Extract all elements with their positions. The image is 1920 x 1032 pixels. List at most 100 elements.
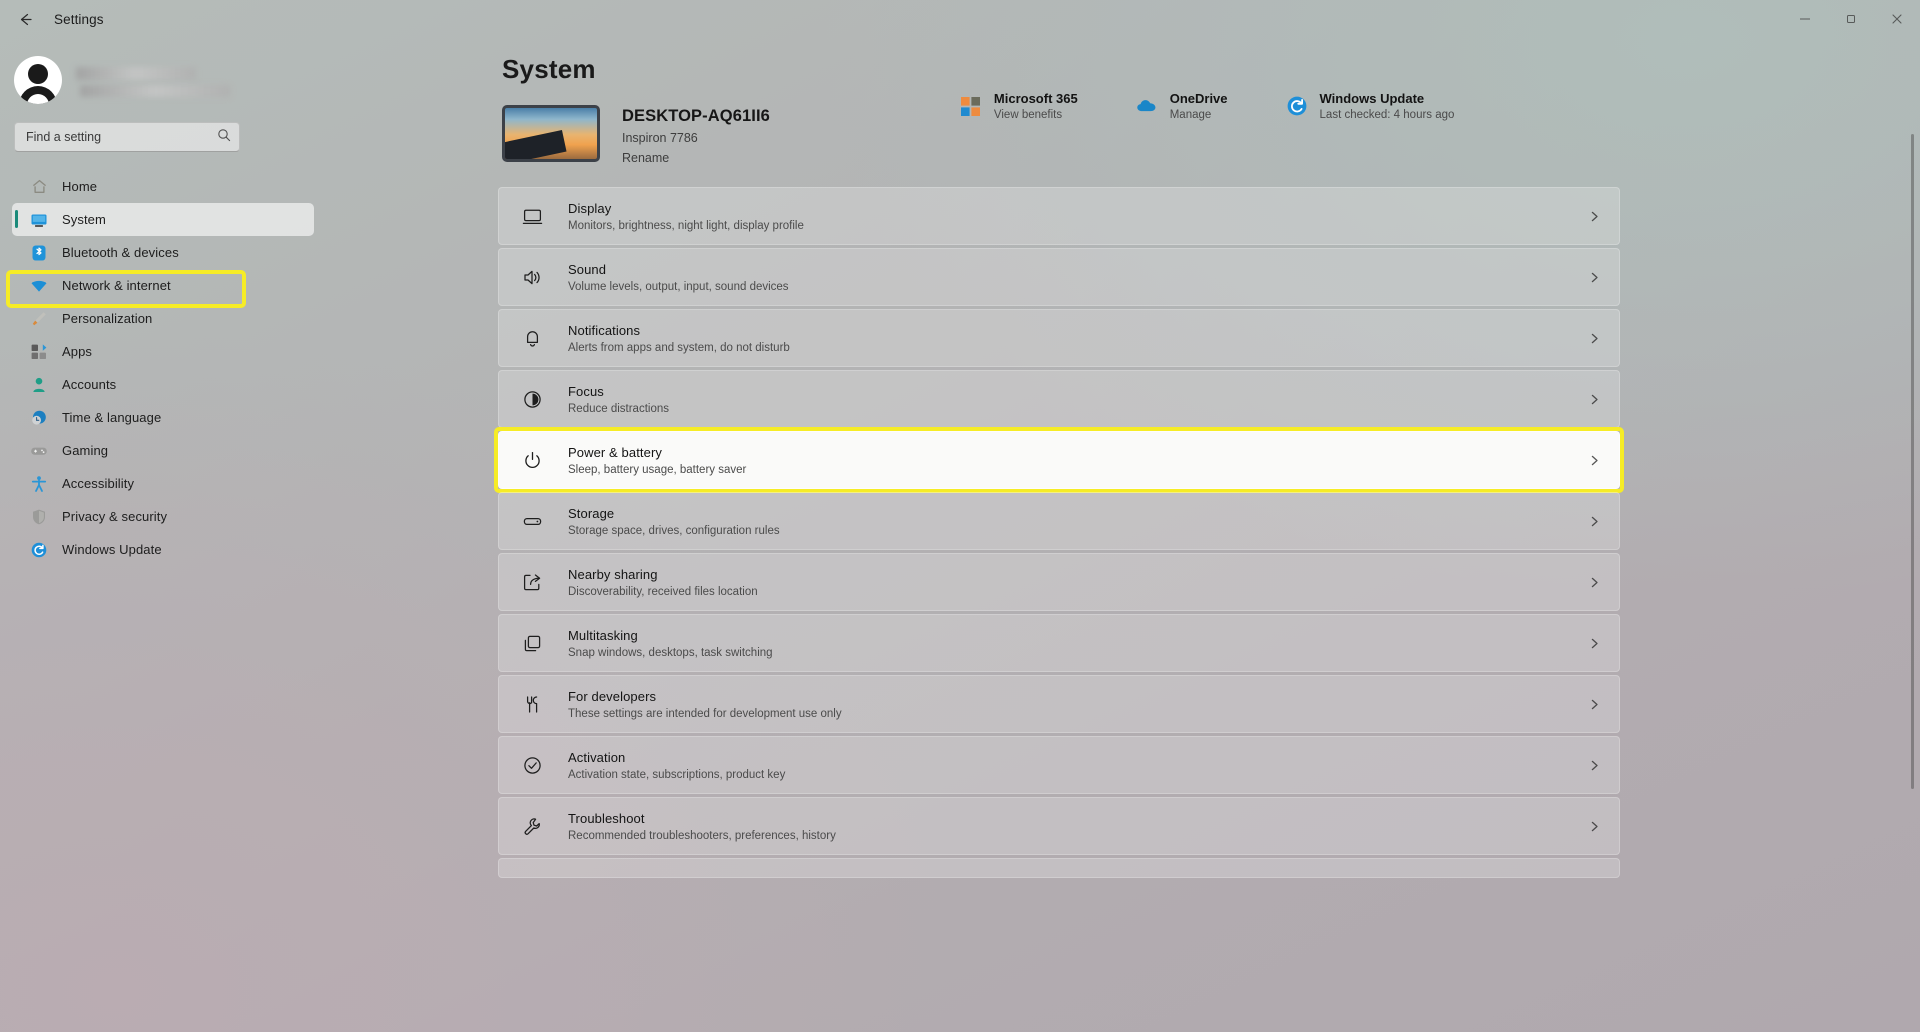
sidebar-item-network-internet[interactable]: Network & internet xyxy=(12,269,314,302)
settings-row-power-battery[interactable]: Power & battery Sleep, battery usage, ba… xyxy=(498,431,1620,489)
settings-row-display[interactable]: Display Monitors, brightness, night ligh… xyxy=(498,187,1620,245)
sidebar-item-label: Home xyxy=(62,179,98,194)
power-icon xyxy=(521,449,543,471)
shield-icon xyxy=(30,508,48,526)
settings-row-partial[interactable] xyxy=(498,858,1620,878)
quick-link-title: Windows Update xyxy=(1319,91,1425,106)
close-icon xyxy=(1891,13,1903,25)
sidebar: Find a setting Home System Bluetooth & d… xyxy=(0,38,320,1032)
sidebar-item-accounts[interactable]: Accounts xyxy=(12,368,314,401)
home-icon xyxy=(30,178,48,196)
gamepad-icon xyxy=(30,442,48,460)
sidebar-item-label: Accessibility xyxy=(62,476,135,491)
sidebar-item-apps[interactable]: Apps xyxy=(12,335,314,368)
clock-globe-icon xyxy=(30,409,48,427)
wifi-icon xyxy=(30,277,48,295)
settings-row-focus[interactable]: Focus Reduce distractions xyxy=(498,370,1620,428)
sidebar-item-gaming[interactable]: Gaming xyxy=(12,434,314,467)
settings-row-subtitle: These settings are intended for developm… xyxy=(568,707,842,720)
vertical-scrollbar[interactable] xyxy=(1911,134,1914,789)
settings-row-title: Activation xyxy=(568,749,626,765)
sidebar-item-label: System xyxy=(62,212,106,227)
settings-row-subtitle: Snap windows, desktops, task switching xyxy=(568,646,773,659)
search-input[interactable]: Find a setting xyxy=(14,122,240,152)
settings-row-title: For developers xyxy=(568,688,657,704)
settings-row-activation[interactable]: Activation Activation state, subscriptio… xyxy=(498,736,1620,794)
settings-row-subtitle: Reduce distractions xyxy=(568,402,669,415)
maximize-icon xyxy=(1845,13,1857,25)
display-monitor-icon xyxy=(521,205,543,227)
default-user-avatar-icon xyxy=(14,56,62,104)
sidebar-item-windows-update[interactable]: Windows Update xyxy=(12,533,314,566)
sidebar-item-label: Windows Update xyxy=(62,542,162,557)
device-info: DESKTOP-AQ61II6 Inspiron 7786 Rename xyxy=(622,105,770,165)
back-button[interactable] xyxy=(8,4,42,34)
maximize-button[interactable] xyxy=(1828,0,1874,38)
settings-row-title: Notifications xyxy=(568,322,641,338)
sidebar-nav: Home System Bluetooth & devices Network … xyxy=(0,170,320,566)
back-arrow-icon xyxy=(17,11,34,28)
settings-row-subtitle: Monitors, brightness, night light, displ… xyxy=(568,219,804,232)
quick-link-onedrive[interactable]: OneDrive Manage xyxy=(1136,91,1228,121)
settings-row-troubleshoot[interactable]: Troubleshoot Recommended troubleshooters… xyxy=(498,797,1620,855)
apps-grid-icon xyxy=(30,343,48,361)
window-title: Settings xyxy=(54,11,104,27)
close-button[interactable] xyxy=(1874,0,1920,38)
chevron-right-icon xyxy=(1588,820,1601,833)
sidebar-item-home[interactable]: Home xyxy=(12,170,314,203)
settings-row-for-developers[interactable]: For developers These settings are intend… xyxy=(498,675,1620,733)
account-block[interactable] xyxy=(0,44,320,114)
settings-row-sound[interactable]: Sound Volume levels, output, input, soun… xyxy=(498,248,1620,306)
sidebar-item-privacy-security[interactable]: Privacy & security xyxy=(12,500,314,533)
update-refresh-icon xyxy=(1286,95,1308,117)
minimize-button[interactable] xyxy=(1782,0,1828,38)
settings-row-title: Multitasking xyxy=(568,627,638,643)
settings-row-notifications[interactable]: Notifications Alerts from apps and syste… xyxy=(498,309,1620,367)
settings-row-storage[interactable]: Storage Storage space, drives, configura… xyxy=(498,492,1620,550)
settings-row-nearby-sharing[interactable]: Nearby sharing Discoverability, received… xyxy=(498,553,1620,611)
settings-row-title: Focus xyxy=(568,383,604,399)
sidebar-item-accessibility[interactable]: Accessibility xyxy=(12,467,314,500)
wrench-icon xyxy=(521,815,543,837)
chevron-right-icon xyxy=(1588,698,1601,711)
speaker-icon xyxy=(521,266,543,288)
laptop-thumbnail-icon xyxy=(502,105,600,162)
sidebar-item-personalization[interactable]: Personalization xyxy=(12,302,314,335)
page-title: System xyxy=(502,54,596,84)
chevron-right-icon xyxy=(1588,759,1601,772)
nearby-share-icon xyxy=(521,571,543,593)
paintbrush-icon xyxy=(30,310,48,328)
account-email-redacted xyxy=(80,85,230,97)
quick-link-title: Microsoft 365 xyxy=(993,91,1078,106)
storage-drive-icon xyxy=(521,510,543,532)
bell-icon xyxy=(521,327,543,349)
settings-row-subtitle: Activation state, subscriptions, product… xyxy=(568,768,786,781)
settings-row-title: Troubleshoot xyxy=(568,810,645,826)
sidebar-item-label: Bluetooth & devices xyxy=(62,245,179,260)
onedrive-cloud-icon xyxy=(1136,95,1158,117)
sidebar-item-label: Network & internet xyxy=(62,278,171,293)
device-model: Inspiron 7786 xyxy=(622,131,698,145)
main-content: System DESKTOP-AQ61II6 Inspiron 7786 Ren… xyxy=(320,38,1920,1032)
settings-row-subtitle: Recommended troubleshooters, preferences… xyxy=(568,829,836,842)
quick-link-microsoft-365[interactable]: Microsoft 365 View benefits xyxy=(960,91,1078,121)
settings-row-subtitle: Alerts from apps and system, do not dist… xyxy=(568,341,790,354)
settings-row-subtitle: Sleep, battery usage, battery saver xyxy=(568,463,747,476)
window-controls xyxy=(1782,0,1920,38)
sidebar-item-system[interactable]: System xyxy=(12,203,314,236)
quick-link-windows-update[interactable]: Windows Update Last checked: 4 hours ago xyxy=(1286,91,1455,121)
settings-row-title: Nearby sharing xyxy=(568,566,658,582)
settings-row-multitasking[interactable]: Multitasking Snap windows, desktops, tas… xyxy=(498,614,1620,672)
accessibility-person-icon xyxy=(30,475,48,493)
account-text xyxy=(76,63,230,97)
sidebar-item-time-language[interactable]: Time & language xyxy=(12,401,314,434)
sidebar-item-bluetooth-devices[interactable]: Bluetooth & devices xyxy=(12,236,314,269)
sidebar-item-label: Personalization xyxy=(62,311,153,326)
sidebar-item-label: Accounts xyxy=(62,377,117,392)
quick-link-subtitle: Last checked: 4 hours ago xyxy=(1319,109,1455,121)
sidebar-item-label: Apps xyxy=(62,344,93,359)
settings-row-title: Display xyxy=(568,200,612,216)
settings-row-title: Power & battery xyxy=(568,444,662,460)
rename-link[interactable]: Rename xyxy=(622,151,770,165)
chevron-right-icon xyxy=(1588,637,1601,650)
